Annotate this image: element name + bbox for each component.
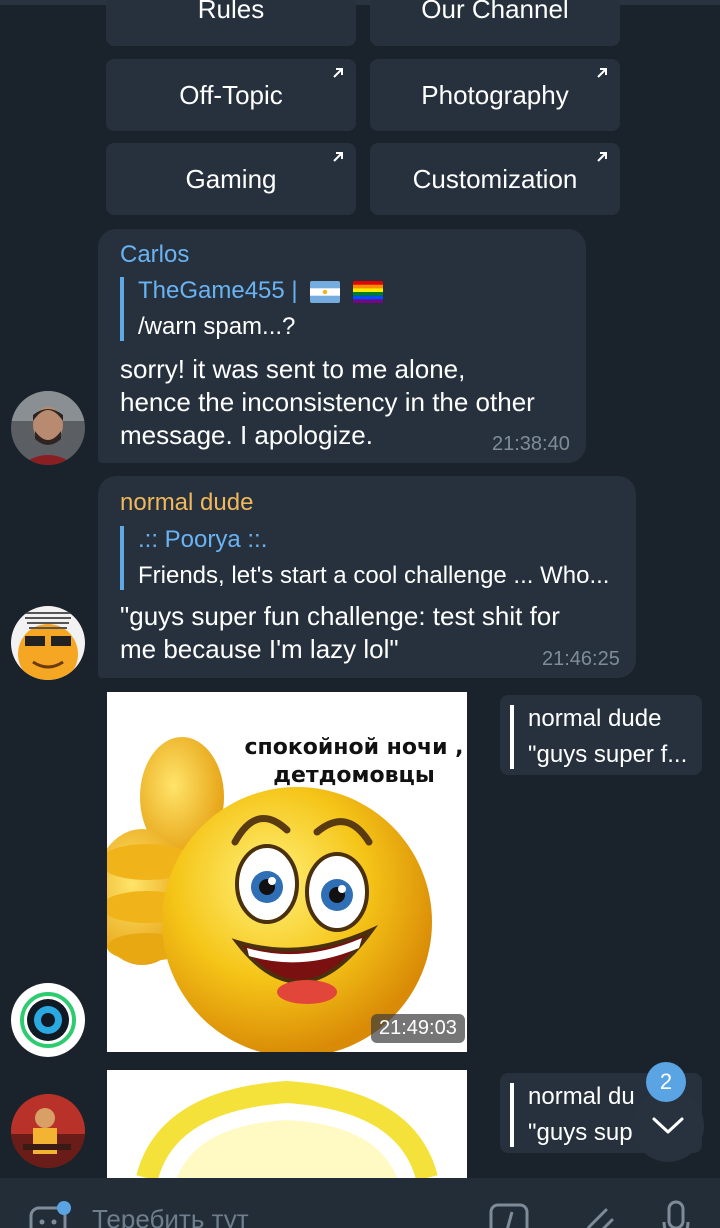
kb-label: Our Channel — [421, 0, 569, 24]
reply-preview[interactable]: TheGame455 | /warn spam...? — [120, 277, 560, 341]
external-link-arrow-icon — [333, 152, 343, 162]
message-time: 21:49:03 — [371, 1014, 465, 1043]
kb-label: Off-Topic — [179, 79, 283, 110]
unread-count-badge: 2 — [646, 1062, 686, 1102]
message-line: sorry! it was sent to me alone, — [120, 354, 466, 384]
reply-sender-label: TheGame455 | — [138, 277, 298, 304]
sticker-image[interactable]: спокойной ночи , детдомовцы 21:49:03 — [107, 692, 467, 1052]
chevron-down-icon — [652, 1117, 684, 1134]
message-line: message. I apologize. — [120, 420, 373, 450]
message-input[interactable]: Теребить тут — [92, 1204, 249, 1228]
kb-label: Rules — [197, 0, 265, 24]
message-text: sorry! it was sent to me alone, hence th… — [120, 353, 535, 452]
kb-button-off-topic[interactable]: Off-Topic — [106, 59, 356, 131]
external-link-arrow-icon — [597, 152, 607, 162]
external-link-arrow-icon — [597, 68, 607, 78]
reply-sender-name: normal dude — [528, 705, 662, 732]
avatar[interactable] — [11, 606, 85, 680]
kb-button-rules[interactable]: Rules — [106, 0, 356, 46]
smiley-sticker-partial — [107, 1070, 467, 1178]
reply-text: "guys super f... — [528, 741, 688, 768]
avatar[interactable] — [11, 391, 85, 465]
rainbow-flag-icon — [353, 280, 383, 303]
message-time: 21:38:40 — [492, 433, 570, 455]
caption-line: спокойной ночи , — [244, 735, 464, 760]
microphone-icon[interactable] — [656, 1198, 696, 1228]
kb-button-customization[interactable]: Customization — [370, 143, 620, 215]
external-link-arrow-icon — [333, 68, 343, 78]
sticker-image[interactable] — [107, 1070, 467, 1178]
attach-paperclip-icon[interactable] — [576, 1198, 616, 1228]
caption-line: детдомовцы — [273, 763, 435, 788]
sticker-reply-preview[interactable]: normal dude "guys super f... — [500, 695, 702, 775]
message-time: 21:46:25 — [542, 648, 620, 670]
reply-preview[interactable]: .:: Poorya ::. Friends, let's start a co… — [120, 526, 620, 590]
avatar[interactable] — [11, 983, 85, 1057]
reply-text: Friends, let's start a cool challenge ..… — [138, 562, 610, 589]
kb-button-photography[interactable]: Photography — [370, 59, 620, 131]
message-line: me because I'm lazy lol" — [120, 634, 399, 664]
avatar[interactable] — [11, 1094, 85, 1168]
kb-label: Customization — [412, 163, 578, 194]
kb-button-our-channel[interactable]: Our Channel — [370, 0, 620, 46]
bot-commands-icon[interactable] — [488, 1200, 532, 1228]
argentina-flag-icon — [310, 280, 341, 303]
sender-name[interactable]: Carlos — [120, 241, 189, 269]
reply-sender-name: TheGame455 | — [138, 277, 560, 305]
reply-sender-name: .:: Poorya ::. — [138, 526, 268, 553]
sticker-emoji-icon[interactable] — [28, 1200, 72, 1228]
message-line: hence the inconsistency in the other — [120, 387, 535, 417]
reply-quote: normal dude "guys super f... — [510, 705, 692, 769]
message-bubble[interactable]: Carlos TheGame455 | /warn spam...? sorry… — [98, 229, 586, 463]
sender-name[interactable]: normal dude — [120, 489, 253, 517]
kb-button-gaming[interactable]: Gaming — [106, 143, 356, 215]
kb-label: Gaming — [185, 163, 277, 194]
message-bubble[interactable]: normal dude .:: Poorya ::. Friends, let'… — [98, 476, 636, 678]
message-line: "guys super fun challenge: test shit for — [120, 601, 560, 631]
message-text: "guys super fun challenge: test shit for… — [120, 600, 560, 666]
kb-label: Photography — [421, 79, 569, 110]
sticker-caption: спокойной ночи , детдомовцы — [239, 734, 467, 790]
message-input-bar: Теребить тут — [0, 1178, 720, 1228]
reply-text: /warn spam...? — [138, 313, 296, 340]
